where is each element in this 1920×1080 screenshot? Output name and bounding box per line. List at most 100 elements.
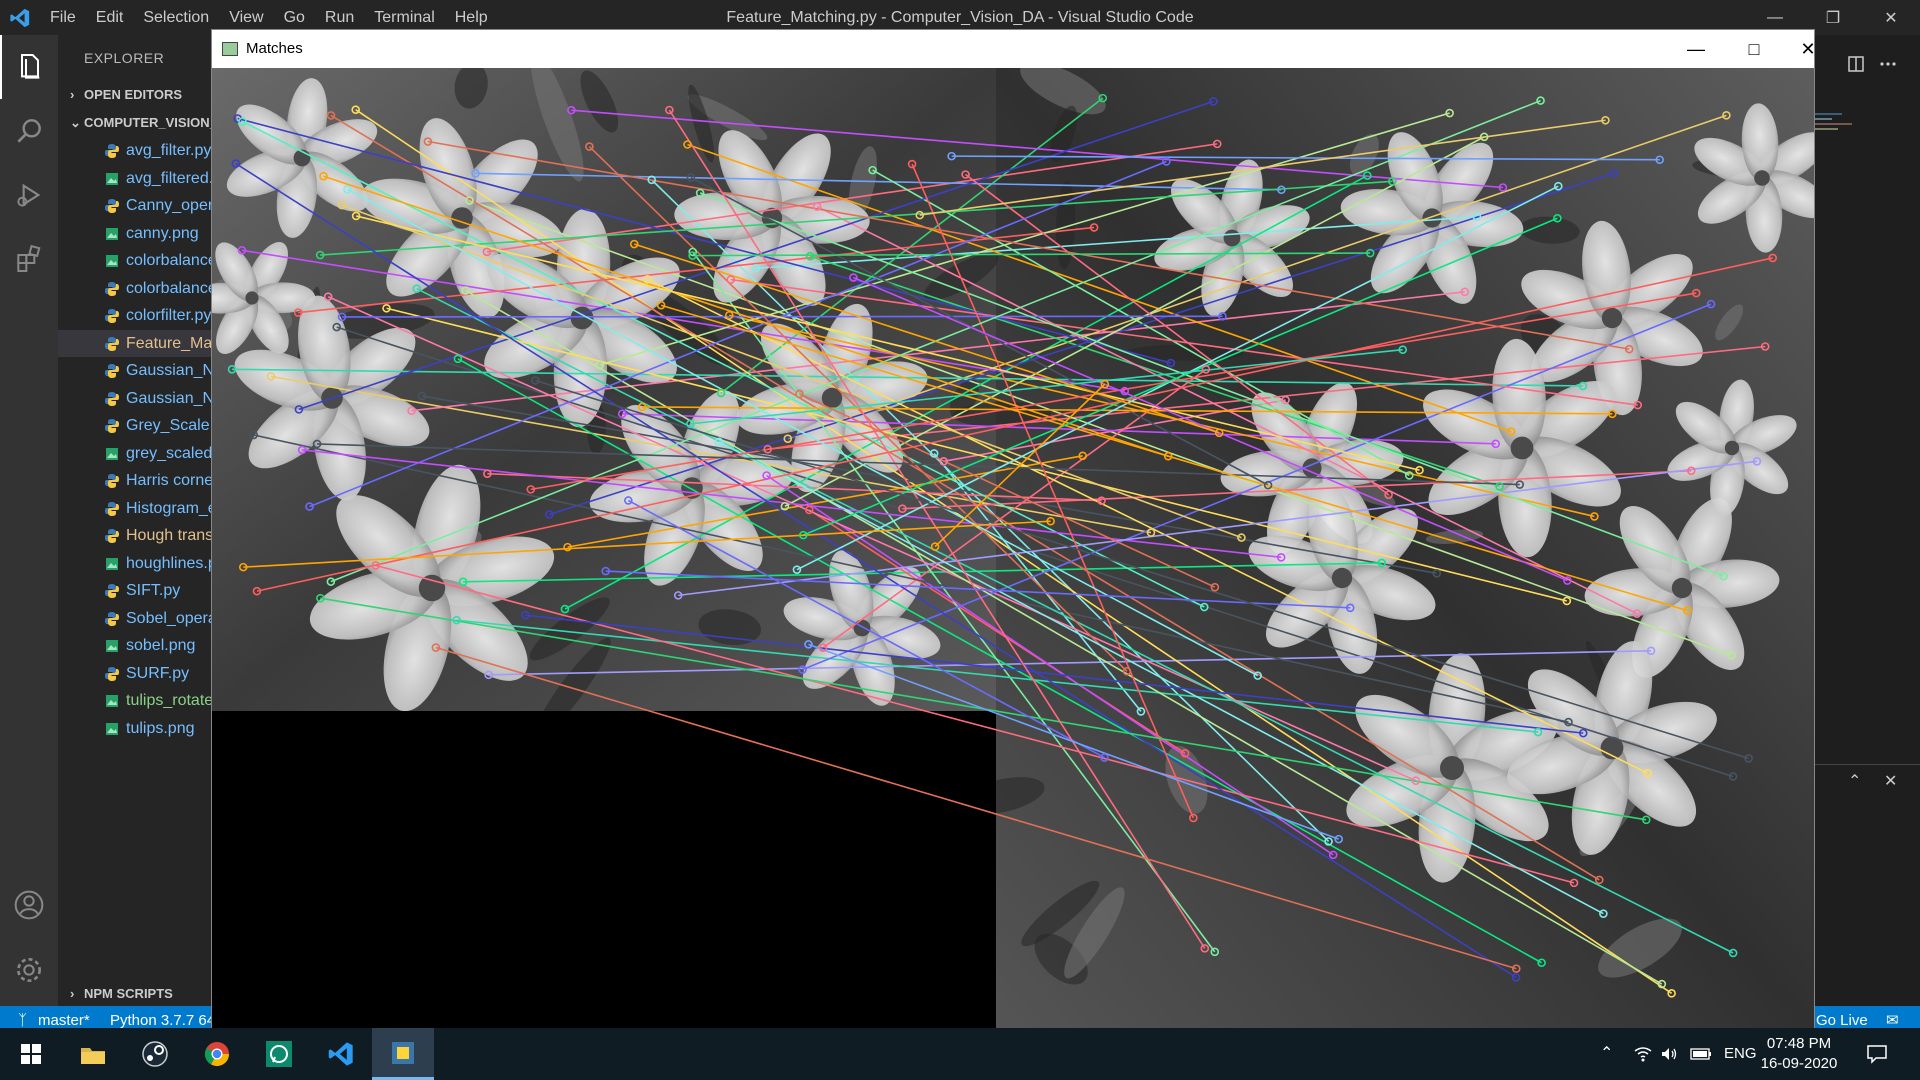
chevron-right-icon: › <box>70 986 75 1001</box>
file-name: colorbalance.py <box>126 252 213 269</box>
file-item[interactable]: canny.png <box>58 220 213 248</box>
vscode-taskbar-icon[interactable] <box>310 1028 372 1080</box>
matches-image-canvas <box>212 68 1814 1030</box>
folder-label: COMPUTER_VISION_DA <box>84 115 213 130</box>
chrome-taskbar-icon[interactable] <box>186 1028 248 1080</box>
file-name: avg_filter.py <box>126 142 212 159</box>
menu-selection[interactable]: Selection <box>133 0 219 35</box>
battery-icon[interactable] <box>1690 1028 1712 1080</box>
file-item[interactable]: Gaussian_Noise.py <box>58 357 213 385</box>
python-file-icon <box>105 391 119 406</box>
file-name: tulips_rotated.png <box>126 692 213 709</box>
file-name: colorfilter.py <box>126 307 212 324</box>
python-file-icon <box>105 666 119 681</box>
matches-maximize-button[interactable]: □ <box>1725 30 1783 68</box>
explorer-sidebar: EXPLORER › OPEN EDITORS ⌄COMPUTER_VISION_… <box>58 35 213 1013</box>
file-item[interactable]: colorfilter.py <box>58 302 213 330</box>
image-file-icon <box>106 172 118 185</box>
npm-scripts-section[interactable]: › NPM SCRIPTS <box>58 980 213 1008</box>
activity-bar <box>0 35 58 1013</box>
vscode-logo-icon <box>0 0 40 35</box>
matches-title-bar: Matches — □ ✕ <box>212 30 1816 68</box>
file-item[interactable]: houghlines.png <box>58 550 213 578</box>
file-item[interactable]: Hough transform.py <box>58 522 213 550</box>
open-editors-label: OPEN EDITORS <box>84 87 183 102</box>
npm-scripts-label: NPM SCRIPTS <box>84 986 173 1001</box>
show-hidden-icons-chevron-up-icon[interactable]: ⌃ <box>1600 1028 1613 1080</box>
run-debug-icon[interactable] <box>0 163 58 227</box>
file-name: Gaussian_Noise.png <box>126 389 213 407</box>
explorer-icon[interactable] <box>0 35 58 99</box>
python-file-icon <box>105 336 119 351</box>
python-file-icon <box>105 281 119 296</box>
python-taskbar-icon[interactable] <box>372 1028 434 1080</box>
folder-section[interactable]: ⌄COMPUTER_VISION_DA <box>58 109 213 137</box>
matches-minimize-button[interactable]: — <box>1667 30 1725 68</box>
file-item[interactable]: tulips.png <box>58 715 213 743</box>
file-name: Hough transform.py <box>126 527 213 544</box>
file-item[interactable]: Histogram_eq.py <box>58 495 213 523</box>
file-name: Histogram_eq.py <box>126 499 213 517</box>
taskbar-clock[interactable]: 07:48 PM 16-09-2020 <box>1754 1034 1844 1074</box>
settings-gear-icon[interactable] <box>0 938 58 1002</box>
image-padding <box>212 711 996 1030</box>
notification-center-icon[interactable] <box>1866 1028 1888 1080</box>
open-editors-section[interactable]: › OPEN EDITORS <box>58 81 213 109</box>
python-file-icon <box>105 474 119 488</box>
file-item[interactable]: avg_filter.py <box>58 137 213 165</box>
python-file-icon <box>105 364 119 378</box>
file-name: Sobel_operator.py <box>126 609 213 627</box>
account-icon[interactable] <box>0 873 58 937</box>
python-file-icon <box>105 309 119 323</box>
menu-file[interactable]: File <box>40 0 86 35</box>
steam-taskbar-icon[interactable] <box>124 1028 186 1080</box>
python-file-icon <box>105 611 119 626</box>
window-app-icon <box>222 42 238 56</box>
matches-title: Matches <box>246 40 303 57</box>
chevron-up-icon[interactable]: ⌃ <box>1848 771 1861 791</box>
file-item[interactable]: colorbalanced.png <box>58 275 213 303</box>
file-item[interactable]: Sobel_operator.py <box>58 605 213 633</box>
vscode-close-button[interactable]: ✕ <box>1862 0 1920 35</box>
python-file-icon <box>105 584 119 598</box>
wifi-icon[interactable] <box>1634 1028 1652 1080</box>
whatsapp-taskbar-icon[interactable] <box>248 1028 310 1080</box>
file-item[interactable]: grey_scaled.png <box>58 440 213 468</box>
search-icon[interactable] <box>0 99 58 163</box>
file-name: Gaussian_Noise.py <box>126 362 213 379</box>
file-item[interactable]: avg_filtered.png <box>58 165 213 193</box>
file-name: tulips.png <box>126 719 195 737</box>
matches-close-button[interactable]: ✕ <box>1779 30 1837 68</box>
volume-icon[interactable] <box>1660 1028 1678 1080</box>
file-item[interactable]: sobel.png <box>58 632 213 660</box>
file-item[interactable]: Feature_Matching.py <box>58 329 213 357</box>
image-file-icon <box>106 557 118 570</box>
close-panel-icon[interactable]: ✕ <box>1884 771 1897 791</box>
panel-area: ⌃ ✕ <box>1812 764 1920 1007</box>
start-button[interactable] <box>0 1028 62 1080</box>
menu-edit[interactable]: Edit <box>86 0 134 35</box>
file-item[interactable]: colorbalance.py <box>58 247 213 275</box>
file-item[interactable]: SIFT.py <box>58 577 213 605</box>
matches-window: Matches — □ ✕ <box>211 29 1816 1031</box>
clock-date: 16-09-2020 <box>1760 1055 1838 1072</box>
file-item[interactable]: Grey_Scale.py <box>58 412 213 440</box>
file-item[interactable]: tulips_rotated.png <box>58 687 213 715</box>
file-name: avg_filtered.png <box>126 169 213 187</box>
file-name: SURF.py <box>126 664 190 682</box>
file-item[interactable]: SURF.py <box>58 660 213 688</box>
python-file-icon <box>105 419 119 433</box>
explorer-title: EXPLORER <box>84 50 165 66</box>
extensions-icon[interactable] <box>0 227 58 291</box>
file-name: colorbalanced.png <box>126 279 213 297</box>
clock-time: 07:48 PM <box>1766 1035 1832 1052</box>
file-item[interactable]: Canny_operator.py <box>58 192 213 220</box>
file-name: canny.png <box>126 224 199 242</box>
file-explorer-taskbar-icon[interactable] <box>62 1028 124 1080</box>
minimap <box>1812 110 1912 160</box>
file-item[interactable]: Gaussian_Noise.png <box>58 385 213 413</box>
input-language[interactable]: ENG <box>1724 1028 1757 1080</box>
file-name: Feature_Matching.py <box>126 334 213 352</box>
file-item[interactable]: Harris corner.py <box>58 467 213 495</box>
python-file-icon <box>105 501 119 516</box>
